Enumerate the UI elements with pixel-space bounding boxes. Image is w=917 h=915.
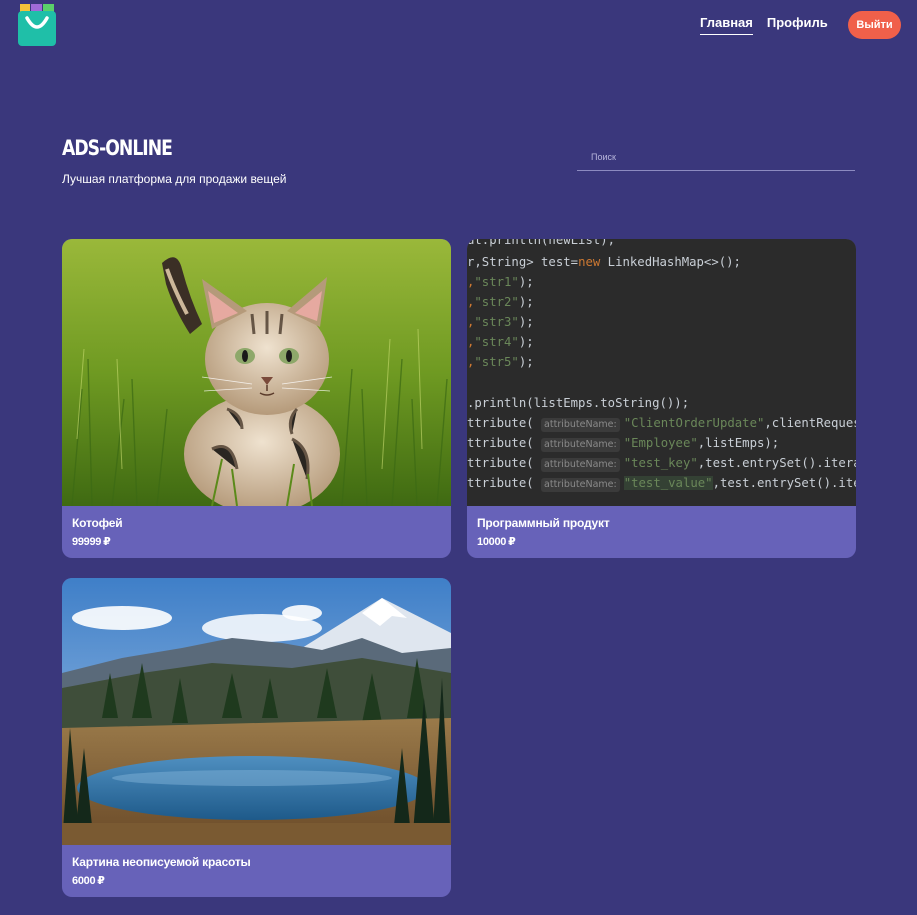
search-field — [577, 143, 855, 171]
code-line: ,"str3"); — [467, 315, 534, 329]
code-line: ut.println(newList); — [467, 239, 616, 247]
code-line: r,String> test=new LinkedHashMap<>(); — [467, 255, 741, 269]
logout-button[interactable]: Выйти — [848, 11, 901, 39]
ad-title: Программный продукт — [477, 516, 610, 530]
shopping-bag-icon[interactable] — [18, 2, 56, 46]
search-input[interactable] — [577, 143, 855, 170]
page-title: ADS-ONLINE — [62, 136, 173, 160]
currency-symbol: ₽ — [103, 536, 111, 548]
code-line: ,"str1"); — [467, 275, 534, 289]
ad-title: Котофей — [72, 516, 123, 530]
code-line: .println(listEmps.toString()); — [467, 396, 690, 410]
code-line: ttribute( attributeName: "test_value",tes… — [467, 476, 856, 492]
ad-card-painting[interactable]: Картина неописуемой красоты 6000 ₽ — [62, 578, 451, 897]
nav-link-profile[interactable]: Профиль — [767, 15, 828, 35]
code-line: ttribute( attributeName: "ClientOrderUpda… — [467, 416, 856, 432]
code-line: ,"str4"); — [467, 335, 534, 349]
mountain-lake-image — [62, 578, 451, 845]
site-header: Главная Профиль Выйти — [0, 0, 917, 60]
ad-card-software[interactable]: ut.println(newList); r,String> test=new … — [467, 239, 856, 558]
currency-symbol: ₽ — [508, 536, 516, 548]
currency-symbol: ₽ — [97, 875, 105, 887]
main-nav: Главная Профиль — [700, 15, 828, 35]
code-image: ut.println(newList); r,String> test=new … — [467, 239, 856, 506]
page-subtitle: Лучшая платформа для продажи вещей — [62, 172, 287, 186]
code-line: ,"str5"); — [467, 355, 534, 369]
ad-price: 6000 ₽ — [72, 875, 105, 887]
nav-link-home[interactable]: Главная — [700, 15, 753, 35]
ad-title: Картина неописуемой красоты — [72, 855, 251, 869]
code-line: ,"str2"); — [467, 295, 534, 309]
kitten-image — [62, 239, 451, 506]
code-line: ttribute( attributeName: "Employee",listE… — [467, 436, 780, 452]
code-line: ttribute( attributeName: "test_key",test.… — [467, 456, 856, 472]
ad-card-kitten[interactable]: Котофей 99999 ₽ — [62, 239, 451, 558]
ad-price: 99999 ₽ — [72, 536, 111, 548]
ad-price: 10000 ₽ — [477, 536, 516, 548]
